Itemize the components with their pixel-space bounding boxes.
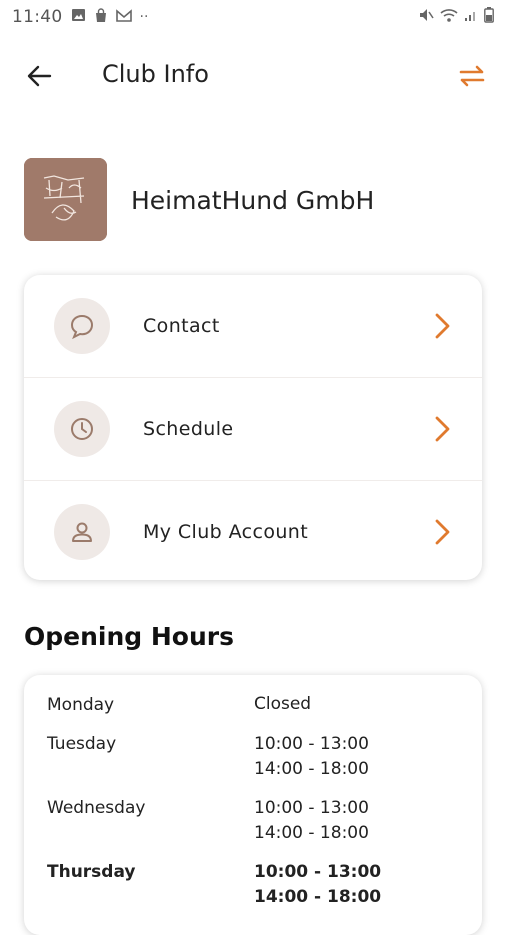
opening-hours-title: Opening Hours <box>24 622 234 651</box>
menu-item-my-club-account[interactable]: My Club Account <box>24 481 482 583</box>
hours-day: Wednesday <box>47 798 146 818</box>
app-header: Club Info <box>0 50 506 102</box>
hours-time: 14:00 - 18:00 <box>254 759 369 779</box>
clock-icon <box>54 401 110 457</box>
opening-hours-card: Monday Closed Tuesday 10:00 - 13:00 14:0… <box>24 675 482 935</box>
swap-arrows-icon <box>459 65 485 87</box>
chevron-right-icon <box>435 416 450 442</box>
club-logo <box>24 158 107 241</box>
status-time: 11:40 <box>12 7 63 27</box>
switch-club-button[interactable] <box>456 60 488 92</box>
chevron-right-icon <box>435 313 450 339</box>
chat-bubble-icon <box>54 298 110 354</box>
menu-item-label: My Club Account <box>143 521 309 543</box>
hours-time: Closed <box>254 694 312 714</box>
shopping-bag-icon <box>94 7 108 27</box>
menu-item-contact[interactable]: Contact <box>24 275 482 378</box>
hours-day: Tuesday <box>47 734 117 754</box>
hours-day: Monday <box>47 695 115 715</box>
menu-item-schedule[interactable]: Schedule <box>24 378 482 481</box>
menu-item-label: Schedule <box>143 418 234 440</box>
mute-icon <box>418 7 434 27</box>
hours-day: Thursday <box>47 862 136 882</box>
hours-time: 14:00 - 18:00 <box>254 823 369 843</box>
person-icon <box>54 504 110 560</box>
signal-icon <box>464 8 478 26</box>
club-logo-sketch <box>24 158 107 241</box>
status-bar: 11:40 ·· <box>0 0 506 34</box>
hours-time: 14:00 - 18:00 <box>254 887 382 907</box>
more-notifications-icon: ·· <box>139 9 149 25</box>
hours-time: 10:00 - 13:00 <box>254 862 382 882</box>
chevron-right-icon <box>435 519 450 545</box>
club-name: HeimatHund GmbH <box>131 186 375 215</box>
back-button[interactable] <box>24 60 56 92</box>
arrow-left-icon <box>27 65 52 87</box>
gmail-icon <box>115 8 132 26</box>
menu-item-label: Contact <box>143 315 220 337</box>
image-notification-icon <box>71 8 86 26</box>
hours-time: 10:00 - 13:00 <box>254 734 369 754</box>
hours-time: 10:00 - 13:00 <box>254 798 369 818</box>
club-menu-card: Contact Schedule My Club Account <box>24 275 482 580</box>
page-title: Club Info <box>102 60 209 88</box>
battery-icon <box>484 7 494 27</box>
wifi-icon <box>440 8 458 27</box>
